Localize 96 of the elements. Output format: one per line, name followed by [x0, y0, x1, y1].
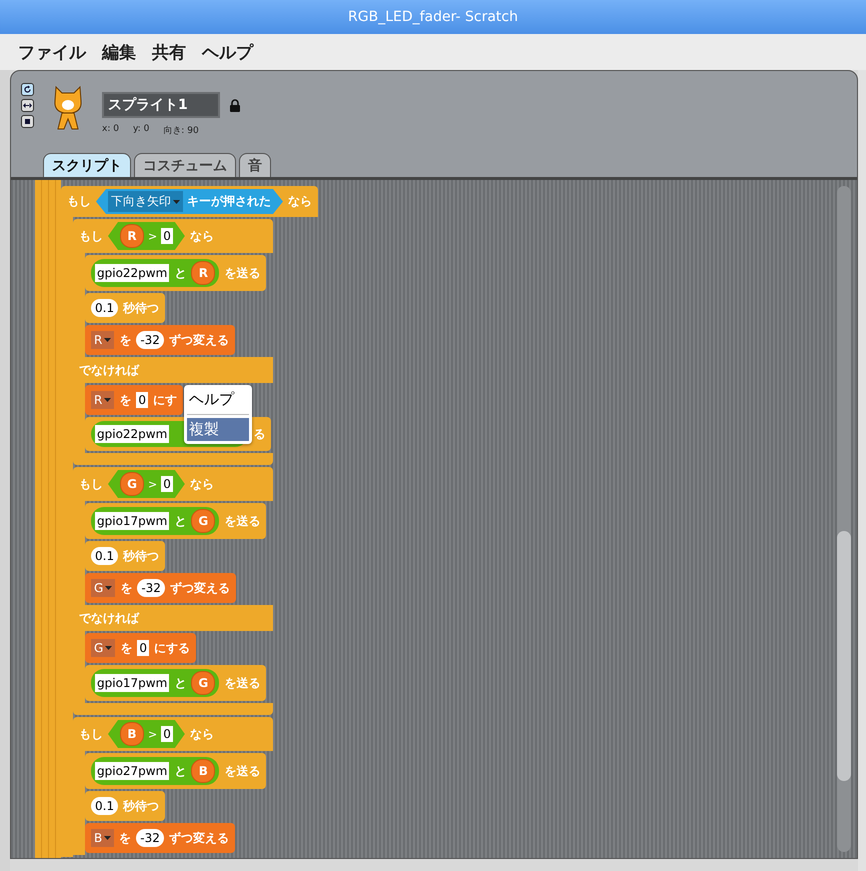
context-menu-item[interactable]: ヘルプ — [187, 388, 249, 411]
broadcast-block[interactable]: gpio22pwm と R を送る — [85, 255, 266, 291]
block-label: もし — [79, 726, 103, 742]
variable-dropdown[interactable]: G — [91, 639, 116, 657]
text-field[interactable]: gpio27pwm — [95, 762, 170, 780]
wait-block[interactable]: 0.1 秒待つ — [85, 791, 166, 821]
key-pressed-block[interactable]: 下向き矢印 キーが押された — [96, 189, 283, 214]
number-field[interactable]: -32 — [137, 579, 165, 597]
menu-item[interactable]: 編集 — [94, 40, 144, 64]
tab[interactable]: スクリプト — [43, 153, 131, 177]
operator-label: > — [148, 728, 158, 740]
tab[interactable]: 音 — [239, 153, 271, 177]
number-field[interactable]: 0 — [161, 476, 173, 492]
if-block-header[interactable]: もし G > 0 なら — [73, 467, 273, 501]
text-field[interactable]: gpio22pwm — [95, 264, 170, 282]
set-variable-block[interactable]: G を 0 にする — [85, 633, 196, 663]
block-label: を送る — [224, 762, 260, 780]
x-coordinate: x: 0 — [102, 124, 119, 136]
block-label: を — [120, 640, 132, 656]
block-label: を送る — [224, 512, 260, 530]
number-field[interactable]: 0 — [137, 640, 149, 656]
broadcast-block[interactable]: gpio27pwm と B を送る — [85, 753, 266, 789]
comparison-block[interactable]: R > 0 — [108, 222, 185, 250]
menu-item[interactable]: ファイル — [10, 40, 94, 64]
block-label: なら — [190, 726, 214, 742]
number-field[interactable]: 0.1 — [91, 547, 118, 565]
block-label: と — [174, 762, 186, 780]
operator-label: > — [148, 478, 158, 490]
block-label: と — [174, 264, 186, 282]
comparison-block[interactable]: G > 0 — [108, 470, 185, 498]
operator-label: > — [148, 230, 158, 242]
variable-dropdown[interactable]: R — [91, 331, 114, 349]
tab[interactable]: コスチューム — [134, 153, 236, 177]
wait-block[interactable]: 0.1 秒待つ — [85, 541, 166, 571]
text-field[interactable]: gpio22pwm — [95, 425, 170, 443]
text-field[interactable]: gpio17pwm — [95, 512, 170, 530]
block-label: を送る — [224, 674, 260, 692]
variable-dropdown[interactable]: B — [91, 829, 114, 847]
variable-dropdown[interactable]: R — [91, 391, 114, 409]
block-label: る — [253, 426, 266, 442]
set-variable-block[interactable]: R を 0 にす — [85, 385, 183, 415]
block-label: でなければ — [79, 362, 139, 378]
menu-item[interactable]: ヘルプ — [194, 40, 261, 64]
wait-block[interactable]: 0.1 秒待つ — [85, 293, 166, 323]
block-label: もし — [79, 228, 103, 244]
join-reporter[interactable]: gpio27pwm と B — [91, 757, 220, 785]
number-field[interactable]: 0.1 — [91, 797, 118, 815]
block-label: ずつ変える — [168, 332, 229, 348]
if-block-header[interactable]: もし R > 0 なら — [73, 219, 273, 253]
block-label: にす — [152, 392, 177, 408]
change-variable-block[interactable]: B を -32 ずつ変える — [85, 823, 235, 853]
text-field[interactable]: gpio17pwm — [95, 674, 170, 692]
sprite-name-field[interactable]: スプライト1 — [102, 92, 220, 118]
number-field[interactable]: 0 — [136, 392, 148, 408]
change-variable-block[interactable]: R を -32 ずつ変える — [85, 325, 235, 355]
number-field[interactable]: -32 — [136, 331, 164, 349]
block-label: を — [119, 830, 132, 846]
number-field[interactable]: -32 — [136, 829, 164, 847]
block-label: もし — [67, 193, 91, 210]
block-label: を — [119, 332, 132, 348]
block-label: 秒待つ — [123, 548, 160, 564]
block-label: と — [174, 674, 186, 692]
y-coordinate: y: 0 — [132, 124, 150, 136]
if-block-header[interactable]: もし 下向き矢印 キーが押された なら — [61, 186, 318, 217]
block-label: にする — [154, 640, 190, 656]
join-reporter[interactable]: gpio17pwm と G — [91, 507, 220, 535]
menu-item[interactable]: 共有 — [144, 40, 194, 64]
block-label: ずつ変える — [170, 580, 230, 596]
block-label: なら — [190, 228, 214, 244]
block-label: もし — [79, 476, 103, 492]
block-label: を — [119, 392, 132, 408]
window-title: RGB_LED_fader- Scratch — [348, 9, 518, 25]
variable-dropdown[interactable]: G — [91, 579, 116, 597]
context-menu-item[interactable]: 複製 — [187, 418, 249, 441]
if-block-header[interactable]: もし B > 0 なら — [73, 717, 273, 751]
block-label: を — [120, 580, 132, 596]
block-label: でなければ — [79, 610, 139, 626]
block-label: キーが押された — [187, 193, 271, 210]
broadcast-block[interactable]: gpio17pwm と G を送る — [85, 665, 266, 701]
block-label: 秒待つ — [123, 798, 160, 814]
block-label: なら — [190, 476, 214, 492]
number-field[interactable]: 0 — [161, 726, 173, 742]
change-variable-block[interactable]: G を -32 ずつ変える — [85, 573, 236, 603]
direction-value: 向き: 90 — [163, 124, 199, 137]
number-field[interactable]: 0.1 — [91, 299, 118, 317]
block-label: 秒待つ — [123, 300, 160, 316]
comparison-block[interactable]: B > 0 — [108, 720, 185, 748]
join-reporter[interactable]: gpio17pwm と G — [91, 669, 220, 697]
block-label: なら — [288, 193, 312, 210]
block-label: ずつ変える — [168, 830, 229, 846]
number-field[interactable]: 0 — [161, 228, 173, 244]
block-label: と — [174, 512, 186, 530]
join-reporter[interactable]: gpio22pwm と R — [91, 259, 220, 287]
block-label: を送る — [224, 264, 260, 282]
broadcast-block[interactable]: gpio17pwm と G を送る — [85, 503, 266, 539]
key-dropdown[interactable]: 下向き矢印 — [108, 191, 183, 212]
